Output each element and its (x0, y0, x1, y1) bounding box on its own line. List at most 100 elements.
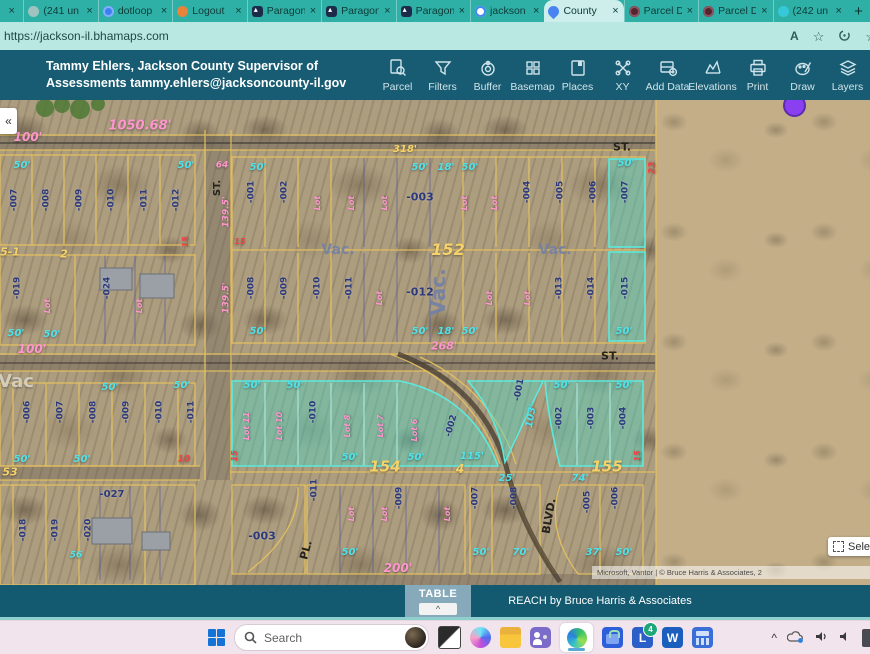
tab-favicon (703, 6, 714, 17)
table-expand-button[interactable]: ^ (419, 603, 457, 615)
tab-242-unread[interactable]: (242 un× (773, 0, 847, 22)
map-label: -007 (11, 189, 20, 212)
select-tool-button[interactable]: Select (828, 537, 870, 556)
toolbar-layers-button[interactable]: Layers (825, 58, 870, 93)
file-explorer-icon[interactable] (500, 627, 521, 648)
map-label: Vac (0, 373, 34, 391)
map-label: 50' (44, 330, 61, 340)
tab-logout[interactable]: Logout × (172, 0, 246, 22)
tab-close-icon[interactable]: × (458, 5, 466, 17)
toolbar-elevations-button[interactable]: Elevations (690, 58, 735, 93)
word-app-icon[interactable]: W (662, 627, 683, 648)
tab-close-icon[interactable]: × (85, 5, 93, 17)
toolbar-basemap-button[interactable]: Basemap (510, 58, 555, 93)
tab-label: Logout (192, 5, 230, 17)
tab-parcel-d-2[interactable]: Parcel D× (698, 0, 772, 22)
toolbar-label: Places (562, 81, 594, 93)
network-speaker-icon[interactable] (814, 630, 829, 645)
buffer-icon (478, 58, 498, 78)
map-label: 50' (250, 163, 267, 173)
toolbar-buffer-button[interactable]: Buffer (465, 58, 510, 93)
search-favicon (475, 6, 486, 17)
taskbar-search-box[interactable]: Search (234, 624, 429, 651)
map-label: 70' (513, 548, 530, 558)
tab-close-icon[interactable]: × (160, 5, 168, 17)
start-button[interactable] (208, 629, 225, 646)
map-label: Vac. (321, 243, 354, 257)
toolbar-label: XY (615, 81, 629, 93)
map-label: -010 (108, 189, 117, 212)
map-label: 50' (250, 327, 267, 337)
favorite-star-icon[interactable]: ☆ (813, 30, 825, 43)
cloud-icon-svg (787, 630, 804, 643)
edge-browser-icon-active[interactable] (560, 623, 593, 652)
tab-close-icon[interactable]: × (686, 5, 694, 17)
task-view-icon[interactable] (438, 626, 461, 649)
new-tab-button[interactable]: + (847, 0, 870, 22)
toolbar-filters-button[interactable]: Filters (420, 58, 465, 93)
url-text[interactable]: https://jackson-il.bhamaps.com (4, 29, 169, 43)
toolbar-print-button[interactable]: Print (735, 58, 780, 93)
toolbar-label: Parcel (383, 81, 413, 93)
tab-label: jackson (490, 5, 528, 17)
tab-close-icon[interactable]: × (234, 5, 242, 17)
toolbar-draw-button[interactable]: Draw (780, 58, 825, 93)
tab-label: Paragon (267, 5, 305, 17)
map-viewport[interactable]: 1050.68'100'318'ST.2350'50'-007-008-009-… (0, 100, 870, 585)
tab-close-icon[interactable]: × (383, 5, 391, 17)
user-identity: Tammy Ehlers, Jackson County Supervisor … (46, 58, 346, 92)
map-label: -006 (590, 181, 599, 204)
people-app-icon[interactable] (530, 627, 551, 648)
map-label: Lot 7 (377, 415, 385, 438)
map-label: -011 (311, 479, 320, 502)
onedrive-cloud-icon[interactable] (787, 630, 804, 645)
copilot-icon[interactable] (470, 627, 491, 648)
volume-icon[interactable] (839, 630, 852, 645)
map-pin-favicon (546, 3, 562, 19)
tab-jackson-search[interactable]: jackson × (470, 0, 544, 22)
toolbar-label: Buffer (474, 81, 502, 93)
edge-icon (567, 628, 587, 648)
tray-partial-icon[interactable] (862, 629, 870, 647)
tab-close-icon[interactable]: × (532, 5, 540, 17)
map-label: Vac. (538, 243, 571, 257)
tab-241-unread[interactable]: (241 un× (23, 0, 97, 22)
tab-paragon-2[interactable]: Paragon× (321, 0, 395, 22)
tab-close-icon[interactable]: × (835, 5, 843, 17)
tab-dotloop[interactable]: dotloop× (98, 0, 172, 22)
store-app-icon[interactable] (602, 627, 623, 648)
tab-paragon-3[interactable]: Paragon× (396, 0, 470, 22)
elevations-icon (703, 58, 723, 78)
tab-close-icon[interactable]: × (611, 5, 619, 17)
table-panel-label[interactable]: TABLE (405, 585, 471, 600)
tab-cut[interactable]: × (0, 0, 23, 22)
address-bar[interactable]: https://jackson-il.bhamaps.com A ☆ ☆ (0, 22, 870, 50)
tab-close-icon[interactable]: × (7, 5, 15, 17)
panel-collapse-button[interactable]: « (0, 108, 17, 134)
partial-edge-icon[interactable]: ☆ (865, 30, 870, 43)
map-label: -006 (24, 401, 33, 424)
toolbar-places-button[interactable]: Places (555, 58, 600, 93)
read-aloud-icon[interactable]: A (790, 30, 799, 42)
tab-parcel-d-1[interactable]: Parcel D× (624, 0, 698, 22)
map-label: -011 (188, 401, 197, 424)
extensions-icon[interactable] (838, 29, 851, 44)
map-label: -013 (556, 277, 565, 300)
map-label: PL. (298, 539, 314, 560)
l-app-icon[interactable]: L 4 (632, 627, 653, 648)
map-label: 50' (8, 329, 25, 339)
tray-chevron-icon[interactable]: ^ (771, 632, 777, 644)
toolbar-xy-button[interactable]: XY (600, 58, 645, 93)
print-icon (748, 58, 768, 78)
tab-close-icon[interactable]: × (760, 5, 768, 17)
toolbar-parcel-button[interactable]: Parcel (375, 58, 420, 93)
word-letter: W (667, 631, 678, 645)
tab-paragon-1[interactable]: Paragon × (247, 0, 321, 22)
calculator-app-icon[interactable] (692, 627, 713, 648)
tab-close-icon[interactable]: × (309, 5, 317, 17)
toolbar-add-data-button[interactable]: Add Data (645, 58, 690, 93)
map-label: -010 (314, 277, 323, 300)
map-label: ST. (213, 180, 223, 196)
tab-county-active[interactable]: County× (544, 0, 623, 22)
table-panel-tab[interactable]: TABLE ^ (405, 585, 471, 617)
